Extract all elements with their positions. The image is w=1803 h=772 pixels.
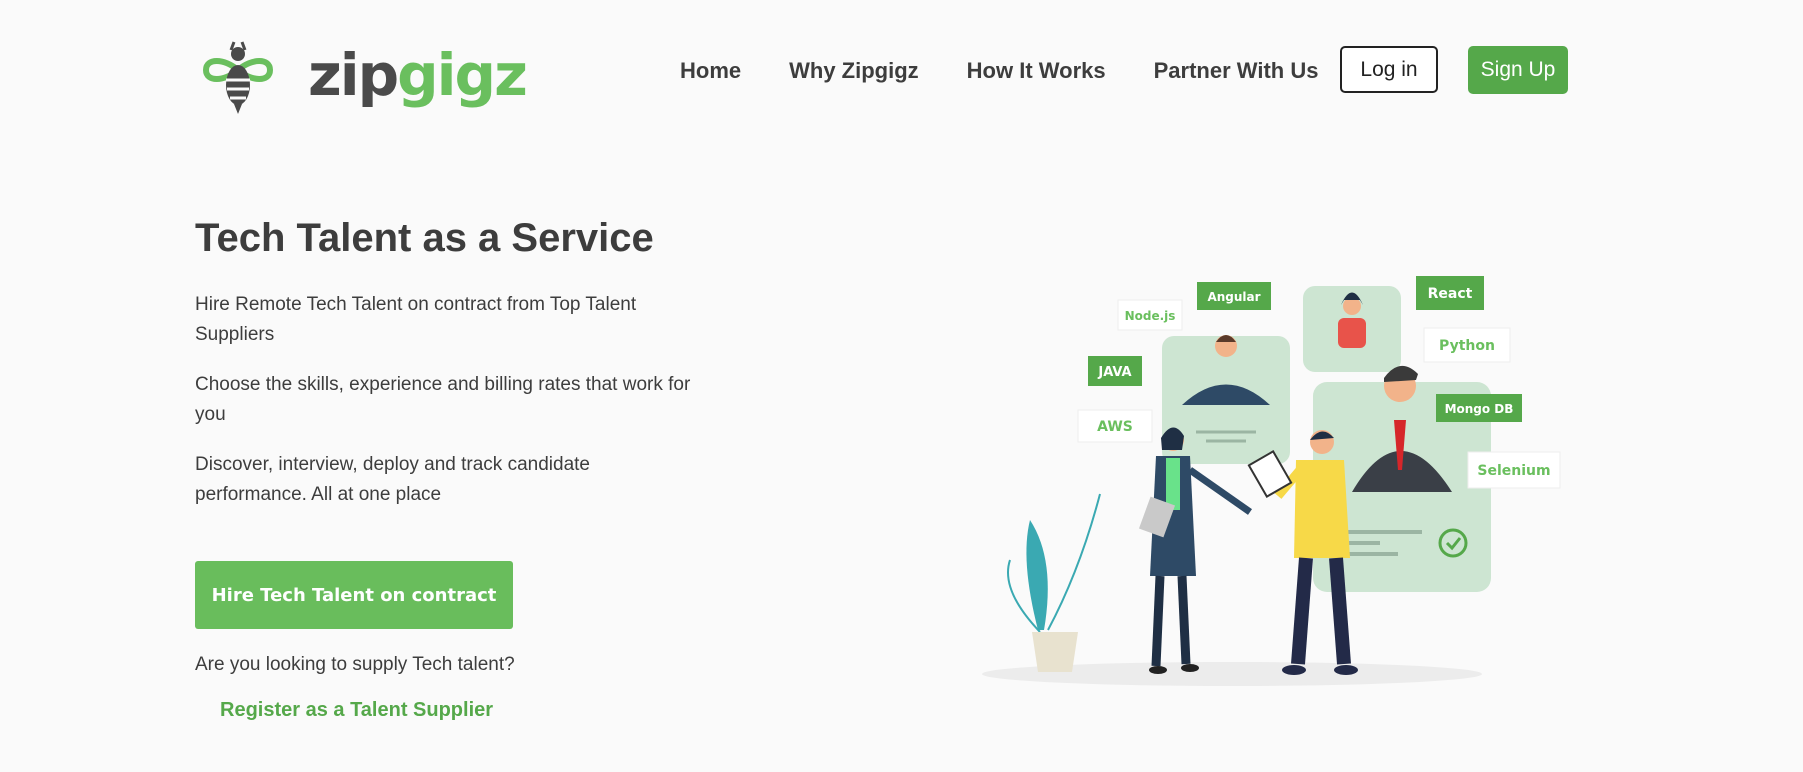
nav-home[interactable]: Home [680,58,741,84]
tag-python: Python [1423,327,1511,363]
tag-mongodb: Mongo DB [1436,394,1522,422]
svg-text:Selenium: Selenium [1477,463,1550,479]
tag-java: JAVA [1088,356,1142,386]
zipgigz-logo[interactable]: zipgigz [198,38,528,118]
svg-text:Node.js: Node.js [1125,309,1176,323]
main-nav: Home Why Zipgigz How It Works Partner Wi… [680,46,1366,96]
svg-text:Angular: Angular [1207,290,1260,304]
hero-paragraph-skills: Choose the skills, experience and billin… [195,374,691,425]
register-supplier-link[interactable]: Register as a Talent Supplier [220,699,493,722]
nav-partner-with-us[interactable]: Partner With Us [1154,58,1319,84]
hire-talent-button[interactable]: Hire Tech Talent on contract [195,561,513,629]
svg-text:Python: Python [1439,338,1495,354]
logo-text-zip: zip [308,41,399,109]
svg-text:React: React [1428,286,1473,302]
svg-text:AWS: AWS [1097,419,1133,435]
hero-title: Tech Talent as a Service [195,216,654,260]
svg-text:Mongo DB: Mongo DB [1445,402,1514,416]
tag-angular: Angular [1197,282,1271,310]
login-button[interactable]: Log in [1340,46,1438,93]
tag-react: React [1416,276,1484,310]
hero-section: Tech Talent as a Service Hire Remote Tec… [195,210,715,721]
tag-selenium: Selenium [1467,451,1561,489]
nav-why-zipgigz[interactable]: Why Zipgigz [789,58,919,84]
hero-paragraph-discover: Discover, interview, deploy and track ca… [195,454,590,505]
nav-how-it-works[interactable]: How It Works [967,58,1106,84]
tag-nodejs: Node.js [1117,299,1183,331]
svg-text:JAVA: JAVA [1097,365,1131,380]
tag-aws: AWS [1077,409,1153,443]
logo-text-gigz: gigz [397,41,528,109]
signup-button[interactable]: Sign Up [1468,46,1568,94]
supply-question: Are you looking to supply Tech talent? [195,654,515,675]
logo-wordmark: zipgigz [308,40,528,110]
hero-illustration: Node.js Angular React Python JAVA AWS Mo… [960,260,1570,700]
bee-icon [202,41,274,114]
hero-paragraph-hire: Hire Remote Tech Talent on contract from… [195,294,637,345]
